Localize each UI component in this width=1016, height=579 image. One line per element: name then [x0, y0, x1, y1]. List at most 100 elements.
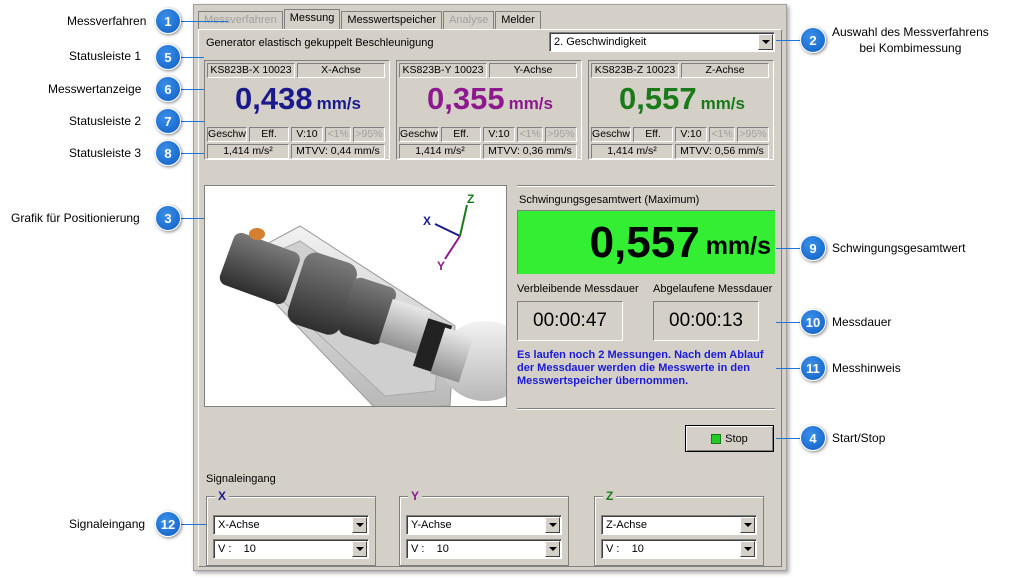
callout-label: Auswahl des Messverfahrens bei Kombimess…	[832, 25, 989, 55]
axis-y-label: Y	[437, 259, 445, 271]
status2-high: >95%	[737, 127, 769, 142]
signal-gain-combo[interactable]: V : 10	[406, 539, 562, 559]
callout-badge: 9	[800, 235, 826, 261]
chevron-down-icon[interactable]	[740, 517, 755, 533]
signal-title: Signaleingang	[206, 473, 276, 485]
method-combo-value: 2. Geschwindigkeit	[554, 36, 647, 48]
stop-button-label: Stop	[725, 432, 748, 445]
callout-label: Messhinweis	[832, 361, 901, 375]
callout-badge: 12	[155, 511, 181, 537]
signal-input-combo[interactable]: Y-Achse	[406, 515, 562, 535]
signal-input-value: X-Achse	[218, 519, 260, 531]
callout-badge: 7	[155, 108, 181, 134]
method-combo[interactable]: 2. Geschwindigkeit	[549, 32, 775, 52]
separator	[517, 185, 775, 187]
signal-axis-label: Y	[408, 489, 423, 503]
remaining-label: Verbleibende Messdauer	[517, 283, 639, 295]
sensor-id: KS823B-Z 10023	[591, 63, 679, 78]
callout-label: Messwertanzeige	[48, 82, 142, 96]
sensor-value: 0,355	[427, 81, 505, 116]
status2-mode: Geschw	[591, 127, 631, 142]
elapsed-label: Abgelaufene Messdauer	[653, 283, 773, 295]
signal-axis-label: X	[215, 489, 230, 503]
total-value: 0,557	[589, 217, 700, 267]
tab-bar: Messverfahren Messung Messwertspeicher A…	[198, 9, 542, 30]
chevron-down-icon[interactable]	[352, 517, 367, 533]
callout-badge: 6	[155, 76, 181, 102]
signal-input-combo[interactable]: X-Achse	[213, 515, 369, 535]
callout-label: Messdauer	[832, 315, 892, 329]
axes-icon: X Y Z	[423, 192, 474, 271]
signal-gain-value: V : 10	[606, 543, 644, 555]
sensor-unit: mm/s	[700, 94, 745, 113]
signal-input-combo[interactable]: Z-Achse	[601, 515, 757, 535]
signal-gain-value: V : 10	[411, 543, 449, 555]
callout-badge: 2	[800, 27, 826, 53]
total-label: Schwingungsgesamtwert (Maximum)	[519, 194, 700, 206]
status2-low: <1%	[709, 127, 735, 142]
status2-eff: Eff.	[633, 127, 673, 142]
status2-high: >95%	[353, 127, 385, 142]
callout-line	[776, 322, 802, 323]
status2-eff: Eff.	[441, 127, 481, 142]
separator	[517, 408, 775, 410]
remaining-time: 00:00:47	[517, 301, 623, 341]
signal-gain-combo[interactable]: V : 10	[213, 539, 369, 559]
callout-badge: 8	[155, 140, 181, 166]
callout-line	[776, 248, 802, 249]
total-unit: mm/s	[705, 232, 771, 260]
callout-label: Schwingungsgesamtwert	[832, 241, 966, 255]
status2-mode: Geschw	[207, 127, 247, 142]
tab-messwertspeicher[interactable]: Messwertspeicher	[341, 11, 443, 29]
status2-low: <1%	[325, 127, 351, 142]
status2-gain: V:10	[675, 127, 707, 142]
chevron-down-icon[interactable]	[740, 541, 755, 557]
signal-input-value: Y-Achse	[411, 519, 452, 531]
status3-mtvv: MTVV: 0,44 mm/s	[291, 144, 385, 159]
callout-label: Signaleingang	[69, 517, 146, 531]
callout-badge: 11	[800, 355, 826, 381]
sensor-panel-y: KS823B-Y 10023 Y-Achse 0,355 mm/s Geschw …	[396, 60, 582, 160]
tab-messung[interactable]: Messung	[283, 9, 341, 30]
sensor-id: KS823B-X 10023	[207, 63, 295, 78]
total-value-display: 0,557 mm/s	[517, 210, 775, 274]
positioning-graphic: X Y Z	[204, 185, 507, 407]
status2-low: <1%	[517, 127, 543, 142]
status3-mtvv: MTVV: 0,56 mm/s	[675, 144, 769, 159]
callout-label: Start/Stop	[832, 431, 886, 445]
sensor-unit: mm/s	[508, 94, 553, 113]
axis-x-label: X	[423, 214, 431, 228]
measurement-hint: Es laufen noch 2 Messungen. Nach dem Abl…	[517, 349, 764, 387]
sensor-value-display: 0,438 mm/s	[205, 81, 391, 117]
elapsed-time: 00:00:13	[653, 301, 759, 341]
signal-group-x: X X-Achse V : 10	[206, 489, 376, 566]
axis-z-label: Z	[467, 192, 474, 206]
callout-line	[776, 368, 802, 369]
signal-group-z: Z Z-Achse V : 10	[594, 489, 764, 566]
sensor-value-display: 0,355 mm/s	[397, 81, 583, 117]
stop-button[interactable]: Stop	[685, 425, 774, 452]
status3-accel: 1,414 m/s²	[591, 144, 673, 159]
sensor-value: 0,557	[619, 81, 697, 116]
sensor-axis: Y-Achse	[489, 63, 577, 78]
chevron-down-icon[interactable]	[758, 34, 773, 50]
callout-badge: 1	[155, 8, 181, 34]
signal-gain-combo[interactable]: V : 10	[601, 539, 757, 559]
chevron-down-icon[interactable]	[352, 541, 367, 557]
sensor-id: KS823B-Y 10023	[399, 63, 487, 78]
callout-badge: 3	[155, 205, 181, 231]
callout-label: Statusleiste 2	[69, 114, 142, 128]
tab-analyse: Analyse	[443, 11, 495, 29]
sensor-axis: X-Achse	[297, 63, 385, 78]
callout-badge: 4	[800, 425, 826, 451]
chevron-down-icon[interactable]	[545, 541, 560, 557]
status3-mtvv: MTVV: 0,36 mm/s	[483, 144, 577, 159]
callout-line	[776, 40, 802, 41]
sensor-value-display: 0,557 mm/s	[589, 81, 775, 117]
tab-melder[interactable]: Melder	[495, 11, 541, 29]
tab-messverfahren: Messverfahren	[198, 11, 283, 29]
sensor-panel-z: KS823B-Z 10023 Z-Achse 0,557 mm/s Geschw …	[588, 60, 774, 160]
callout-badge: 10	[800, 309, 826, 335]
sensor-unit: mm/s	[316, 94, 361, 113]
chevron-down-icon[interactable]	[545, 517, 560, 533]
